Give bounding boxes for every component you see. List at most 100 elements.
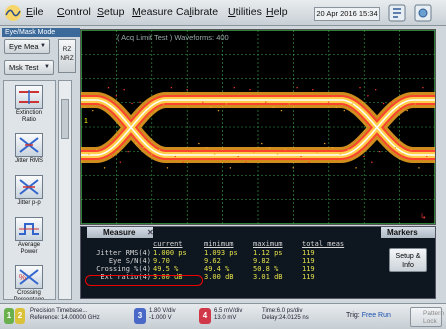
noise-speck — [96, 148, 98, 151]
noise-speck — [382, 102, 385, 105]
jitter-rms-button[interactable]: Jitter RMS — [9, 133, 49, 165]
noise-speck — [107, 87, 110, 89]
timebase-info[interactable]: Precision Timebase... Reference: 14.0000… — [30, 308, 100, 322]
menu-utilities[interactable]: Utilities — [228, 6, 262, 18]
cell-name: Jitter RMS(4) — [96, 249, 151, 257]
noise-speck — [170, 87, 173, 89]
cell-max: 9.82 — [253, 257, 270, 265]
ch3-offset-value: -1.000 V — [149, 315, 172, 321]
app-logo-icon — [5, 5, 21, 21]
crossing-percentage-button[interactable]: % Crossing Percentage — [9, 265, 49, 299]
noise-speck — [351, 103, 353, 105]
scrollbar-thumb[interactable] — [61, 99, 69, 139]
close-icon[interactable]: ✕ — [147, 227, 154, 238]
noise-speck — [186, 89, 188, 91]
waveform-display[interactable]: ( Acq Limit Test ) Waveforms: 400 1 ↳ — [80, 29, 436, 225]
channel-2-chip[interactable]: 2 — [15, 308, 25, 324]
mask-test-dropdown[interactable]: Msk Test ▼ — [4, 60, 54, 75]
measure-tab-label: Measure — [103, 228, 136, 237]
cell-total: 119 — [302, 257, 315, 265]
menu-file[interactable]: Eile — [26, 6, 44, 18]
pattern-lock-button[interactable]: Pattern Lock — [410, 307, 444, 327]
acquisition-limit-label: ( Acq Limit Test ) Waveforms: 400 — [117, 33, 229, 42]
average-power-button[interactable]: Average Power — [9, 217, 49, 256]
noise-speck — [418, 167, 420, 169]
ch4-scale-value: 6.5 mV/div — [214, 308, 243, 314]
noise-speck — [386, 142, 389, 145]
noise-speck — [245, 161, 247, 163]
noise-speck — [225, 103, 228, 105]
noise-speck — [339, 153, 342, 155]
noise-speck — [151, 153, 153, 155]
noise-speck — [288, 103, 290, 105]
cell-max: 50.8 % — [253, 265, 279, 273]
noise-speck — [296, 87, 298, 89]
jitter-pp-label: Jitter p-p — [17, 200, 41, 206]
noise-speck — [300, 155, 302, 158]
average-power-label: Average Power — [17, 242, 41, 255]
noise-speck — [292, 167, 294, 169]
noise-speck — [237, 155, 239, 158]
menu-bar: Eile Control Setup Measure Calibrate Uti… — [0, 0, 446, 26]
jitter-rms-icon — [15, 133, 43, 157]
measure-tab[interactable]: Measure ✕ — [87, 227, 154, 238]
trigger-marker-icon: ↳ — [420, 212, 427, 221]
menu-calibrate[interactable]: Calibrate — [176, 6, 218, 18]
noise-speck — [265, 101, 267, 103]
noise-speck — [422, 87, 424, 89]
menu-control[interactable]: Control — [57, 6, 91, 18]
markers-tab[interactable]: Markers — [381, 227, 435, 238]
noise-speck — [84, 106, 86, 109]
menu-setup[interactable]: Setup — [97, 6, 124, 18]
channel-3-chip[interactable]: 3 — [134, 308, 146, 324]
help-book-icon[interactable] — [386, 3, 408, 23]
noise-speck — [88, 153, 90, 155]
noise-speck — [143, 146, 145, 149]
noise-speck — [131, 102, 133, 105]
trigger-info[interactable]: Trig: Free Run — [346, 312, 391, 319]
menu-help[interactable]: Help — [266, 6, 288, 18]
channel-3-scale[interactable]: 1.80 V/div -1.000 V — [149, 308, 176, 322]
noise-speck — [206, 146, 208, 149]
jitter-pp-button[interactable]: Jitter p-p — [9, 175, 49, 207]
setup-info-button[interactable]: Setup & Info — [389, 248, 427, 272]
cell-min: 1.093 ps — [204, 249, 238, 257]
settings-icon[interactable] — [412, 3, 434, 23]
noise-speck — [367, 95, 369, 97]
noise-speck — [406, 109, 408, 112]
noise-speck — [135, 142, 137, 145]
channel-4-chip[interactable]: 4 — [199, 308, 211, 324]
measure-panel: Measure ✕ Markers current minimum maximu… — [80, 226, 436, 299]
crossing-icon: % — [15, 265, 43, 289]
extinction-ratio-button[interactable]: Extinction Ratio — [9, 85, 49, 124]
eye-mode-dropdown[interactable]: Eye Mea ▼ — [4, 39, 50, 54]
noise-speck — [233, 87, 235, 89]
noise-speck — [249, 89, 251, 91]
column-header-total: total meas — [302, 240, 345, 248]
jitter-rms-label: Jitter RMS — [14, 158, 43, 164]
noise-speck — [398, 106, 401, 109]
ch4-offset-value: 13.0 mV — [214, 315, 237, 321]
channel-4-scale[interactable]: 6.5 mV/div 13.0 mV — [214, 308, 242, 322]
noise-speck — [316, 151, 318, 153]
eye-mode-label: Eye Mea — [9, 42, 39, 51]
cell-total: 119 — [302, 249, 315, 257]
noise-speck — [323, 142, 326, 145]
timebase-reference: Reference: 14.00000 GHz — [30, 315, 100, 321]
menu-measure[interactable]: Measure — [132, 6, 173, 18]
ch3-scale-value: 1.80 V/div — [149, 308, 176, 314]
channel-1-chip[interactable]: 1 — [4, 308, 14, 324]
noise-speck — [174, 155, 177, 158]
channel-marker: 1 — [84, 118, 88, 125]
noise-speck — [198, 142, 200, 145]
rz-nrz-toggle[interactable]: RZ NRZ — [58, 39, 76, 73]
noise-speck — [378, 151, 381, 153]
measurement-list-scrollbar[interactable] — [58, 80, 72, 300]
timebase-title: Precision Timebase... — [30, 308, 88, 314]
noise-speck — [166, 167, 169, 169]
noise-speck — [331, 146, 334, 149]
noise-speck — [119, 161, 121, 163]
noise-speck — [402, 153, 404, 155]
noise-speck — [194, 102, 196, 105]
timebase-scale[interactable]: Time:6.0 ps/div Delay:24.0125 ns — [262, 308, 309, 322]
